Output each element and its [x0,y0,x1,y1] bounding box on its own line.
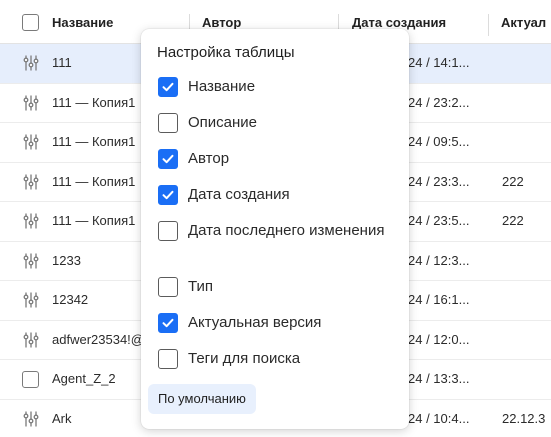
cell-name: 111 — Копия1 [52,94,136,110]
sliders-icon[interactable] [22,291,40,309]
row-checkbox[interactable] [22,371,39,388]
sliders-icon[interactable] [22,173,40,191]
cell-created: 24 / 14:1... [408,55,470,70]
cell-version [502,84,551,123]
column-option[interactable]: Актуальная версия [158,313,398,335]
column-option-label: Автор [188,150,230,167]
cell-version [502,321,551,360]
popover-title: Настройка таблицы [157,44,295,61]
column-option-label: Название [188,78,256,95]
cell-version [502,44,551,83]
cell-name: adfwer23534!@ [52,331,142,347]
sliders-icon[interactable] [22,331,40,349]
cell-version [502,123,551,162]
column-option[interactable]: Описание [158,113,398,135]
cell-name: 12342 [52,292,89,307]
cell-created: 24 / 16:1... [408,292,470,307]
cell-name: 111 — Копия1 [52,213,136,228]
sliders-icon[interactable] [22,54,40,72]
column-option[interactable]: Дата создания [158,185,398,207]
cell-version: 222 [502,173,524,189]
cell-created: 24 / 10:4... [408,410,470,426]
checkbox-unchecked[interactable] [158,113,178,133]
sliders-icon[interactable] [22,94,40,112]
checkbox-checked[interactable] [158,149,178,169]
cell-version: 222 [502,213,524,228]
checkbox-checked[interactable] [158,77,178,97]
sliders-icon[interactable] [22,212,40,230]
sliders-icon[interactable] [22,133,40,151]
column-option[interactable]: Название [158,77,398,99]
cell-created: 24 / 23:5... [408,213,470,228]
column-option[interactable]: Дата последнего изменения [158,221,398,263]
checkbox-checked[interactable] [158,185,178,205]
cell-created: 24 / 23:3... [408,173,470,189]
column-option-label: Актуальная версия [188,314,322,331]
table-settings-popover: Настройка таблицы Название Описание Автор Д… [141,29,409,429]
cell-created: 24 / 09:5... [408,134,470,149]
cell-created: 24 / 12:3... [408,252,470,268]
column-option-label: Дата создания [188,186,290,203]
cell-created: 24 / 13:3... [408,371,470,386]
cell-version [502,360,551,399]
cell-name: Agent_Z_2 [52,371,116,386]
sliders-icon[interactable] [22,252,40,270]
cell-name: 1233 [52,252,81,268]
column-option-label: Описание [188,114,258,131]
cell-version: 22.12.3 [502,410,546,426]
column-option-label: Дата последнего изменения [188,222,385,239]
cell-created: 24 / 12:0... [408,331,470,347]
column-option[interactable]: Тип [158,277,398,299]
checkbox-unchecked[interactable] [158,277,178,297]
reset-default-button[interactable]: По умолчанию [148,384,256,414]
column-header-version[interactable]: Актуал [501,0,551,44]
cell-name: 111 — Копия1 [52,134,136,149]
cell-name: 111 — Копия1 [52,173,136,189]
checkbox-unchecked[interactable] [158,349,178,369]
column-option-label: Тип [188,278,214,295]
column-divider[interactable] [488,14,489,36]
column-option-label: Теги для поиска [188,350,301,367]
cell-version [502,281,551,320]
cell-created: 24 / 23:2... [408,94,470,110]
column-option[interactable]: Автор [158,149,398,171]
cell-name: Ark [52,410,72,426]
cell-name: 111 [52,55,72,70]
select-all-checkbox[interactable] [22,14,39,31]
sliders-icon[interactable] [22,410,40,428]
checkbox-checked[interactable] [158,313,178,333]
column-option[interactable]: Теги для поиска [158,349,398,371]
checkbox-unchecked[interactable] [158,221,178,241]
cell-version [502,242,551,281]
